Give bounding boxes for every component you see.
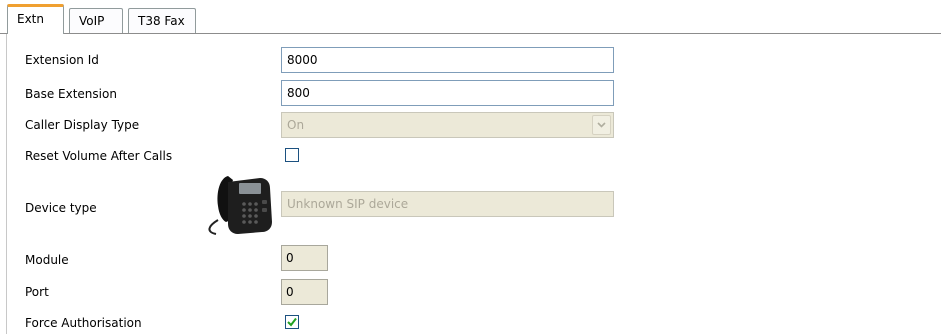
tab-extn-label: Extn	[17, 12, 44, 26]
port-value: 0	[286, 285, 294, 299]
caller-display-type-label: Caller Display Type	[25, 118, 140, 132]
tab-t38-fax-label: T38 Fax	[138, 14, 185, 28]
module-input[interactable]: 0	[281, 245, 328, 271]
force-authorisation-label: Force Authorisation	[25, 316, 142, 330]
tab-voip[interactable]: VoIP	[69, 8, 123, 33]
caller-display-type-select[interactable]: On	[281, 112, 614, 138]
extension-id-input[interactable]: 8000	[281, 47, 614, 73]
dropdown-button[interactable]	[592, 115, 611, 135]
panel-left-border	[6, 34, 7, 334]
tab-divider	[0, 33, 941, 34]
caller-display-type-value: On	[287, 118, 305, 132]
desk-phone-icon	[208, 176, 272, 235]
chevron-down-icon	[597, 122, 606, 128]
reset-volume-checkbox[interactable]	[285, 148, 299, 162]
module-label: Module	[25, 253, 69, 267]
extension-id-label: Extension Id	[25, 53, 99, 67]
port-input[interactable]: 0	[281, 279, 328, 305]
port-label: Port	[25, 285, 49, 299]
reset-volume-label: Reset Volume After Calls	[25, 149, 173, 163]
force-authorisation-checkbox[interactable]	[285, 315, 299, 329]
base-extension-input[interactable]: 800	[281, 80, 614, 106]
module-value: 0	[286, 251, 294, 265]
tab-t38-fax[interactable]: T38 Fax	[128, 8, 196, 33]
base-extension-value: 800	[287, 86, 310, 100]
device-type-label: Device type	[25, 201, 97, 215]
device-type-input: Unknown SIP device	[281, 191, 614, 217]
extension-id-value: 8000	[287, 53, 318, 67]
tab-extn[interactable]: Extn	[7, 4, 64, 34]
checkmark-icon	[287, 317, 297, 327]
tab-voip-label: VoIP	[79, 14, 105, 28]
tab-bar: Extn VoIP T38 Fax	[0, 0, 941, 34]
device-type-value: Unknown SIP device	[287, 197, 409, 211]
base-extension-label: Base Extension	[25, 87, 117, 101]
